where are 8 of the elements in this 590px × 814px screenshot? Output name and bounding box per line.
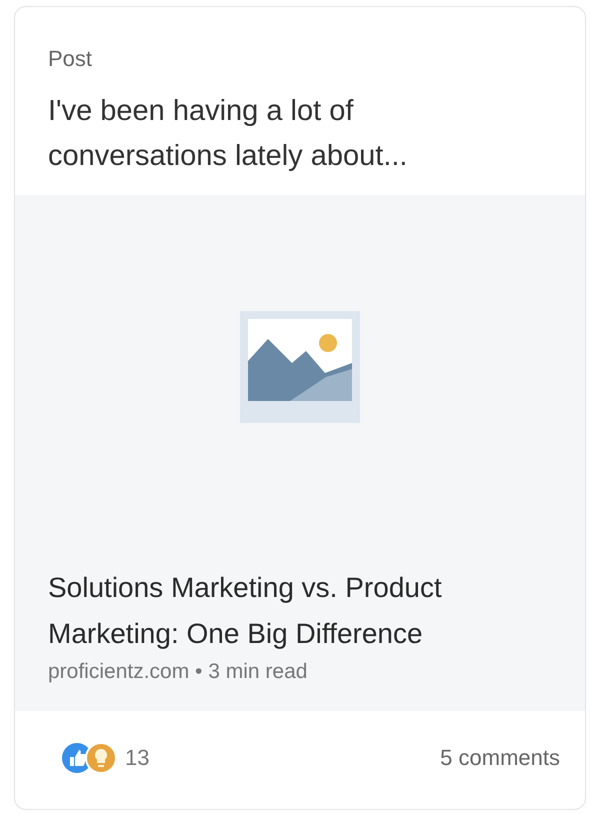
link-title: Solutions Marketing vs. Product Marketing: One Big Difference [48,571,443,651]
reaction-count[interactable]: 13 [125,741,150,774]
link-preview[interactable]: Solutions Marketing vs. Product Marketing: One Big Difference proficientz.com • 3 min read [15,195,585,711]
link-meta: proficientz.com • 3 min read [48,659,308,685]
post-type-label: Post [48,45,94,73]
post-text: I've been having a lot of conversations lately about... [48,94,408,174]
post-card[interactable]: Post I've been having a lot of conversations lately about... Solutions Marketing vs. Product Marketing: One Big Difference proficientz.com • 3 min read 13 5 comments [14,6,586,810]
comments-link[interactable]: 5 comments [440,741,560,774]
